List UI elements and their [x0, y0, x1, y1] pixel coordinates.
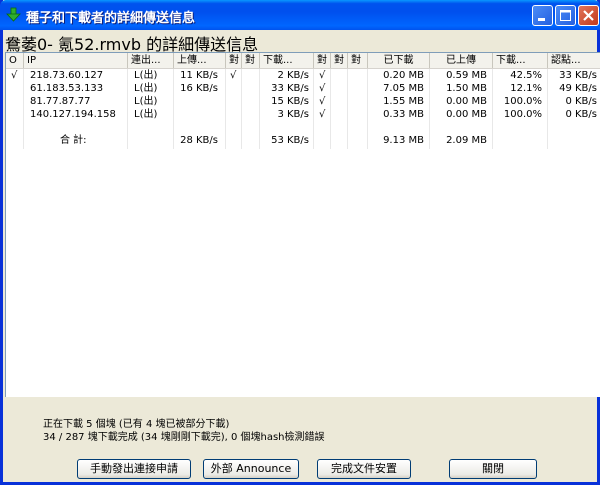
close-icon: [583, 10, 594, 21]
col-header-uploaded[interactable]: 已上傳: [430, 53, 493, 68]
table-row[interactable]: 61.183.53.133 L(出) 16 KB/s 33 KB/s √ 7.0…: [6, 82, 600, 95]
maximize-icon: [560, 10, 571, 21]
col-header-c5[interactable]: 對: [348, 53, 368, 68]
col-header-downloaded[interactable]: 已下載: [368, 53, 430, 68]
col-header-c4[interactable]: 對: [331, 53, 348, 68]
col-header-conn[interactable]: 連出...: [128, 53, 174, 68]
col-header-up[interactable]: 上傳...: [174, 53, 226, 68]
title-bar[interactable]: 種子和下載者的詳細傳送信息: [0, 0, 600, 30]
total-row: 合 計: 28 KB/s 53 KB/s 9.13 MB 2.09 MB: [60, 135, 487, 146]
col-header-c1[interactable]: 對: [226, 53, 242, 68]
col-header-c2[interactable]: 對: [242, 53, 260, 68]
col-header-ip[interactable]: IP: [24, 53, 128, 68]
table-row[interactable]: 81.77.87.77 L(出) 15 KB/s √ 1.55 MB 0.00 …: [6, 95, 600, 108]
download-arrow-icon: [6, 7, 21, 22]
table-row[interactable]: √ 218.73.60.127 L(出) 11 KB/s √ 2 KB/s √ …: [6, 69, 600, 82]
status-text: 正在下載 5 個塊 (已有 4 塊已被部分下載) 34 / 287 塊下載完成 …: [43, 418, 325, 444]
peer-list[interactable]: O IP 連出... 上傳... 對 對 下載... 對 對 對 已下載 已上傳…: [5, 52, 600, 397]
complete-file-button[interactable]: 完成文件安置: [317, 459, 411, 479]
status-line-blocks: 正在下載 5 個塊 (已有 4 塊已被部分下載): [43, 419, 230, 430]
minimize-button[interactable]: [532, 5, 553, 26]
list-header: O IP 連出... 上傳... 對 對 下載... 對 對 對 已下載 已上傳…: [6, 53, 600, 69]
col-header-down[interactable]: 下載...: [260, 53, 314, 68]
close-window-button[interactable]: [578, 5, 599, 26]
minimize-icon: [538, 18, 545, 21]
table-row[interactable]: 140.127.194.158 L(出) 3 KB/s √ 0.33 MB 0.…: [6, 108, 600, 121]
col-header-c3[interactable]: 對: [314, 53, 331, 68]
peer-rows: √ 218.73.60.127 L(出) 11 KB/s √ 2 KB/s √ …: [6, 69, 600, 147]
external-announce-button[interactable]: 外部 Announce: [203, 459, 299, 479]
close-button[interactable]: 關閉: [449, 459, 537, 479]
maximize-button[interactable]: [555, 5, 576, 26]
window-title: 種子和下載者的詳細傳送信息: [26, 11, 196, 26]
col-header-o[interactable]: O: [6, 53, 24, 68]
col-header-rate[interactable]: 認點...: [548, 53, 600, 68]
status-line-progress: 34 / 287 塊下載完成 (34 塊剛剛下載完), 0 個塊hash檢測錯誤: [43, 432, 325, 443]
col-header-dlpct[interactable]: 下載...: [493, 53, 548, 68]
dialog-window: 種子和下載者的詳細傳送信息 鴦萎0- 氪52.rmvb 的詳細傳送信息 O IP…: [0, 0, 600, 485]
table-row-empty: [6, 121, 600, 134]
manual-connect-button[interactable]: 手動發出連接申請: [77, 459, 191, 479]
